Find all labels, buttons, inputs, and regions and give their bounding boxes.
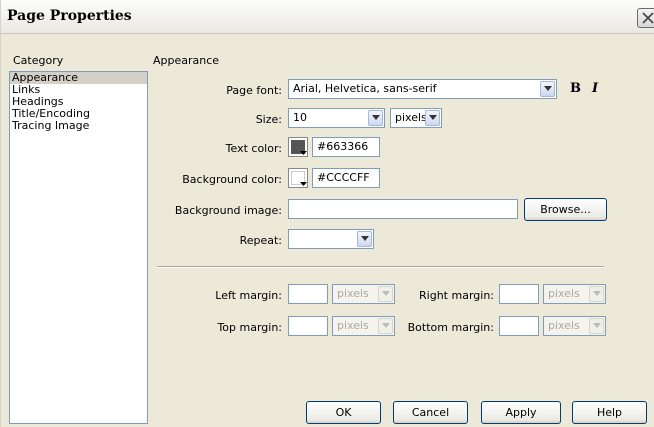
size-unit-select[interactable]: pixels	[390, 108, 442, 128]
background-image-label: Background image:	[174, 204, 282, 217]
right-margin-input[interactable]	[499, 284, 539, 304]
category-header: Category	[13, 54, 64, 67]
page-font-value: Arial, Helvetica, sans-serif	[293, 82, 437, 95]
ok-button[interactable]: OK	[306, 401, 381, 424]
left-margin-label: Left margin:	[215, 289, 282, 302]
repeat-select[interactable]	[288, 229, 374, 249]
repeat-label: Repeat:	[239, 234, 282, 247]
top-margin-input[interactable]	[288, 316, 328, 336]
background-image-input[interactable]	[288, 199, 518, 219]
background-color-swatch[interactable]	[288, 168, 308, 188]
size-unit-value: pixels	[395, 111, 427, 124]
title-bar: Page Properties	[1, 0, 654, 34]
dialog-title: Page Properties	[7, 8, 132, 24]
page-font-label: Page font:	[226, 84, 282, 97]
right-margin-label: Right margin:	[419, 289, 494, 302]
category-item-tracing-image[interactable]: Tracing Image	[10, 120, 147, 132]
chevron-down-icon	[540, 81, 555, 97]
bottom-margin-unit-select[interactable]: pixels	[543, 316, 606, 336]
italic-button[interactable]: I	[592, 81, 598, 96]
page-properties-dialog: Page Properties Category Appearance Appe…	[0, 0, 654, 427]
chevron-down-icon	[368, 110, 383, 126]
panel-header: Appearance	[153, 54, 220, 67]
category-list[interactable]: Appearance Links Headings Title/Encoding…	[9, 71, 148, 424]
size-value: 10	[293, 111, 307, 124]
dialog-content: Category Appearance Appearance Links Hea…	[1, 34, 654, 427]
text-color-input[interactable]: #663366	[312, 137, 380, 157]
chevron-down-icon	[357, 231, 372, 247]
close-icon	[642, 12, 654, 24]
right-margin-unit-select[interactable]: pixels	[543, 284, 606, 304]
chevron-down-icon	[425, 110, 440, 126]
bottom-margin-label: Bottom margin:	[407, 321, 494, 334]
separator	[157, 266, 604, 268]
bold-button[interactable]: B	[570, 81, 581, 96]
help-button[interactable]: Help	[572, 401, 647, 424]
bottom-margin-unit: pixels	[548, 319, 580, 332]
top-margin-label: Top margin:	[217, 321, 282, 334]
apply-button[interactable]: Apply	[481, 401, 561, 424]
size-select[interactable]: 10	[288, 108, 385, 128]
browse-button[interactable]: Browse...	[524, 198, 607, 221]
close-button[interactable]	[637, 8, 654, 28]
bottom-margin-input[interactable]	[499, 316, 539, 336]
text-color-label: Text color:	[225, 142, 282, 155]
cancel-button[interactable]: Cancel	[393, 401, 468, 424]
right-margin-unit: pixels	[548, 287, 580, 300]
chevron-down-icon	[589, 318, 604, 334]
chevron-down-icon	[589, 286, 604, 302]
page-font-select[interactable]: Arial, Helvetica, sans-serif	[288, 79, 557, 99]
background-color-label: Background color:	[182, 173, 282, 186]
left-margin-input[interactable]	[288, 284, 328, 304]
background-color-input[interactable]: #CCCCFF	[312, 168, 380, 188]
text-color-swatch[interactable]	[288, 137, 308, 157]
size-label: Size:	[255, 113, 282, 126]
